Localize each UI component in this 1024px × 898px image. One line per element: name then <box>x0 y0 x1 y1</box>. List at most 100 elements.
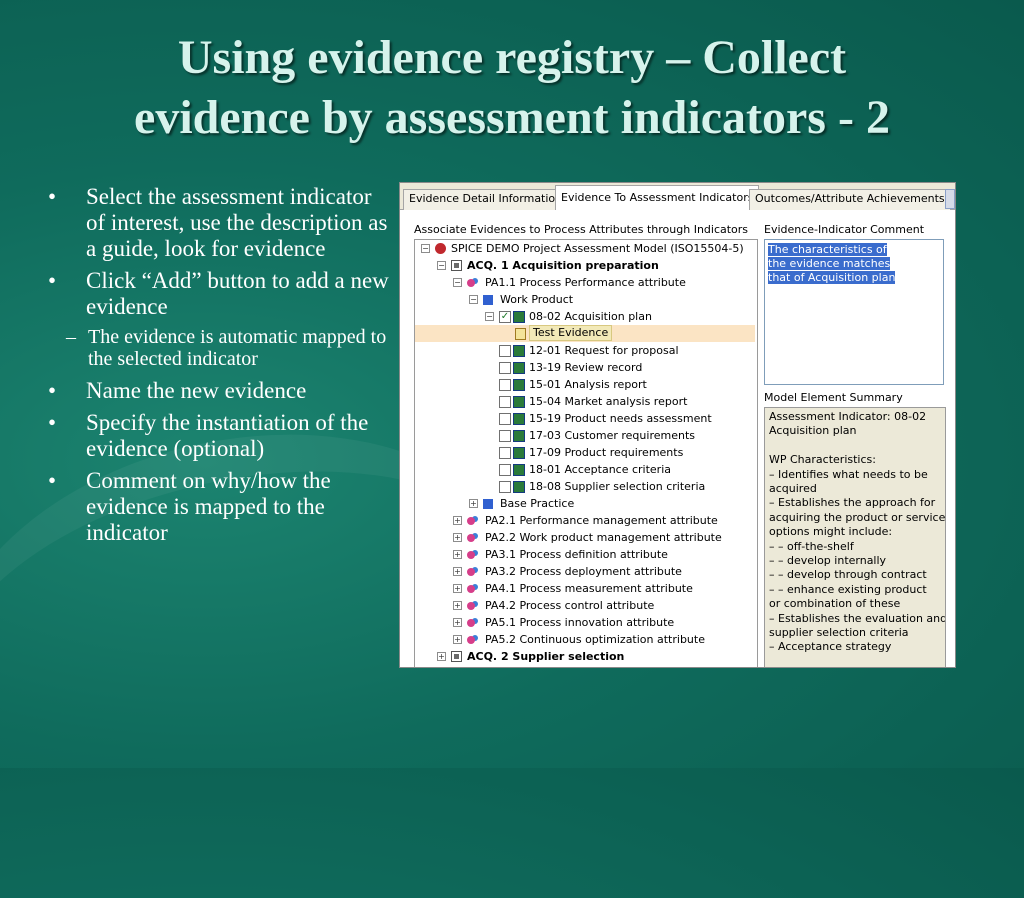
slide-title: Using evidence registry – Collect eviden… <box>0 28 1024 148</box>
checkbox[interactable] <box>499 345 511 357</box>
expand-icon[interactable]: + <box>453 567 462 576</box>
tree-label-text: 08-02 Acquisition plan <box>529 310 652 323</box>
comment-text: The characteristics of the evidence matc… <box>768 243 908 285</box>
tree-label-text: SPICE DEMO Project Assessment Model (ISO… <box>451 242 744 255</box>
summary-line: – Identifies what needs to be <box>769 467 928 481</box>
bullet-select-indicator: Select the assessment indicator of inter… <box>40 184 392 262</box>
work-product-icon <box>513 447 525 459</box>
summary-line: supplier selection criteria <box>769 626 909 639</box>
expand-icon[interactable]: + <box>469 499 478 508</box>
tab-scroll-icon[interactable] <box>945 189 955 209</box>
work-product-icon <box>513 481 525 493</box>
app-screenshot: Evidence Detail Information Evidence To … <box>399 182 956 668</box>
comment-textarea[interactable]: The characteristics of the evidence matc… <box>764 239 944 385</box>
work-product-icon <box>513 311 525 323</box>
attribute-icon <box>467 568 475 576</box>
work-product-icon <box>513 379 525 391</box>
tree-label-text: ACQ. 1 Acquisition preparation <box>467 259 659 272</box>
summary-line: options might include: <box>769 525 893 539</box>
tab-evidence-to-indicators[interactable]: Evidence To Assessment Indicators <box>555 185 760 210</box>
attribute-icon <box>467 585 475 593</box>
expand-icon[interactable]: + <box>453 533 462 542</box>
summary-label: Model Element Summary <box>764 391 903 404</box>
tree-label-text: 13-19 Review record <box>529 361 643 374</box>
summary-line: Acquisition plan <box>769 424 857 438</box>
checkbox[interactable] <box>499 447 511 459</box>
attribute-icon <box>467 517 475 525</box>
tree-label-text: 15-01 Analysis report <box>529 378 647 391</box>
process-icon <box>451 651 462 662</box>
tree-label-text: PA4.1 Process measurement attribute <box>485 582 693 595</box>
attribute-icon <box>467 534 475 542</box>
evidence-icon <box>515 328 526 340</box>
tree-label-text: PA2.2 Work product management attribute <box>485 531 722 544</box>
bullet-click-add: Click “Add” button to add a new evidence <box>40 268 392 320</box>
attribute-icon <box>467 619 475 627</box>
checkbox[interactable] <box>499 430 511 442</box>
tree-row-test-evidence[interactable]: Test Evidence <box>415 325 755 342</box>
work-product-icon <box>513 345 525 357</box>
tree-label-text: PA2.1 Performance management attribute <box>485 514 718 527</box>
tree-label-text: 17-09 Product requirements <box>529 446 684 459</box>
summary-line: – – develop internally <box>769 554 887 567</box>
tree-label-text: 12-01 Request for proposal <box>529 344 679 357</box>
tab-evidence-detail[interactable]: Evidence Detail Information <box>403 189 569 210</box>
process-icon <box>451 260 462 271</box>
tree-label-text: 18-01 Acceptance criteria <box>529 463 672 476</box>
collapse-icon[interactable]: − <box>453 278 462 287</box>
comment-label: Evidence-Indicator Comment <box>764 223 925 236</box>
slide-title-line-2: evidence by assessment indicators - 2 <box>134 91 890 144</box>
checkbox[interactable] <box>499 481 511 493</box>
bullet-comment: Comment on why/how the evidence is mappe… <box>40 468 392 546</box>
collapse-icon[interactable]: − <box>485 312 494 321</box>
summary-line: – – develop through contract <box>769 568 927 582</box>
slide-title-line-1: Using evidence registry – Collect <box>177 31 847 84</box>
checkbox[interactable] <box>499 362 511 374</box>
indicator-tree[interactable]: − SPICE DEMO Project Assessment Model (I… <box>414 239 758 667</box>
tree-label-text: PA5.2 Continuous optimization attribute <box>485 633 705 646</box>
bullet-instantiation: Specify the instantiation of the evidenc… <box>40 410 392 462</box>
tree-label-text: 17-03 Customer requirements <box>529 429 695 442</box>
attribute-icon <box>467 551 475 559</box>
tree-label-text: PA1.1 Process Performance attribute <box>485 276 686 289</box>
bullet-list: Select the assessment indicator of inter… <box>40 184 392 552</box>
work-product-icon <box>513 413 525 425</box>
expand-icon[interactable]: + <box>453 516 462 525</box>
collapse-icon[interactable]: − <box>469 295 478 304</box>
tree-label-text: Test Evidence <box>529 325 613 341</box>
tree-label-text: ACQ. 2 Supplier selection <box>467 650 625 663</box>
expand-icon[interactable]: + <box>437 652 446 661</box>
tree-label-text: PA5.1 Process innovation attribute <box>485 616 675 629</box>
tree-label-text: 15-19 Product needs assessment <box>529 412 712 425</box>
tab-outcomes[interactable]: Outcomes/Attribute Achievements I <box>749 189 951 210</box>
work-product-icon <box>513 396 525 408</box>
expand-icon[interactable]: + <box>453 601 462 610</box>
bullet-name-evidence: Name the new evidence <box>40 378 392 404</box>
model-element-summary: Assessment Indicator: 08-02 Acquisition … <box>764 407 946 667</box>
summary-line: acquired <box>769 482 817 495</box>
tree-label-text: Base Practice <box>500 497 575 510</box>
checkbox[interactable] <box>499 396 511 408</box>
summary-line: – Establishes the evaluation and <box>769 611 946 625</box>
collapse-icon[interactable]: − <box>421 244 430 253</box>
checkbox-checked[interactable]: ✓ <box>499 311 511 323</box>
tree-label-text: 15-04 Market analysis report <box>529 395 688 408</box>
summary-line: – – off-the-shelf <box>769 539 854 553</box>
checkbox[interactable] <box>499 464 511 476</box>
subbullet-auto-mapped: The evidence is automatic mapped to the … <box>40 326 392 370</box>
expand-icon[interactable]: + <box>453 550 462 559</box>
tree-label-text: 18-08 Supplier selection criteria <box>529 480 706 493</box>
work-product-icon <box>513 430 525 442</box>
expand-icon[interactable]: + <box>453 618 462 627</box>
summary-line: or combination of these <box>769 597 901 611</box>
tree-label-text: PA3.1 Process definition attribute <box>485 548 668 561</box>
expand-icon[interactable]: + <box>453 584 462 593</box>
tree-label-text: PA4.2 Process control attribute <box>485 599 655 612</box>
model-icon <box>435 243 446 254</box>
summary-line: WP Characteristics: <box>769 453 876 467</box>
collapse-icon[interactable]: − <box>437 261 446 270</box>
tree-label-text: Work Product <box>500 293 574 306</box>
expand-icon[interactable]: + <box>453 635 462 644</box>
checkbox[interactable] <box>499 379 511 391</box>
checkbox[interactable] <box>499 413 511 425</box>
